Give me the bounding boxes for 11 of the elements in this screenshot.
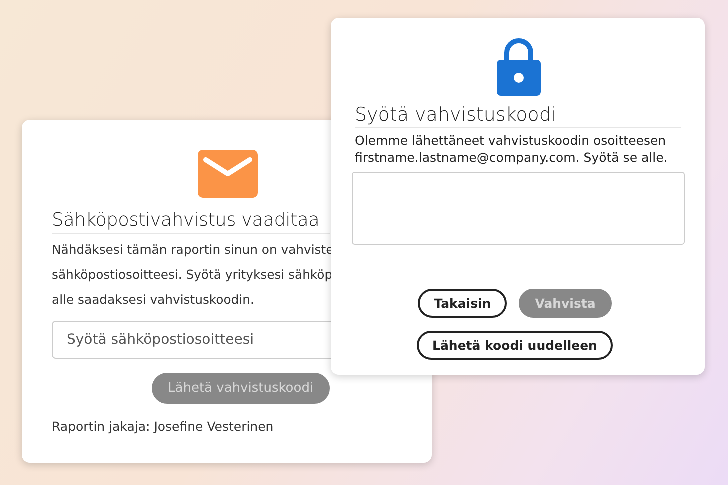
envelope-icon (198, 150, 258, 198)
dialog-title: Syötä vahvistuskoodi (355, 104, 681, 128)
resend-code-button[interactable]: Lähetä koodi uudelleen (416, 331, 614, 360)
description-line: alle saadaksesi vahvistuskoodin. (52, 291, 254, 309)
description-line: sähköpostiosoitteesi. Syötä yrityksesi sähköp (52, 266, 333, 284)
padlock-icon (497, 38, 541, 96)
code-input-field[interactable] (352, 172, 685, 245)
back-button[interactable]: Takaisin (418, 289, 508, 318)
dialog-title: Sähköpostivahvistus vaaditaa (52, 210, 330, 234)
description-text: Olemme lähettäneet vahvistuskoodin osoitteesen firstname.lastname@company.com. Syötä se alle. (355, 132, 669, 166)
shared-by-text: Raportin jakaja: Josefine Vesterinen (52, 419, 275, 434)
